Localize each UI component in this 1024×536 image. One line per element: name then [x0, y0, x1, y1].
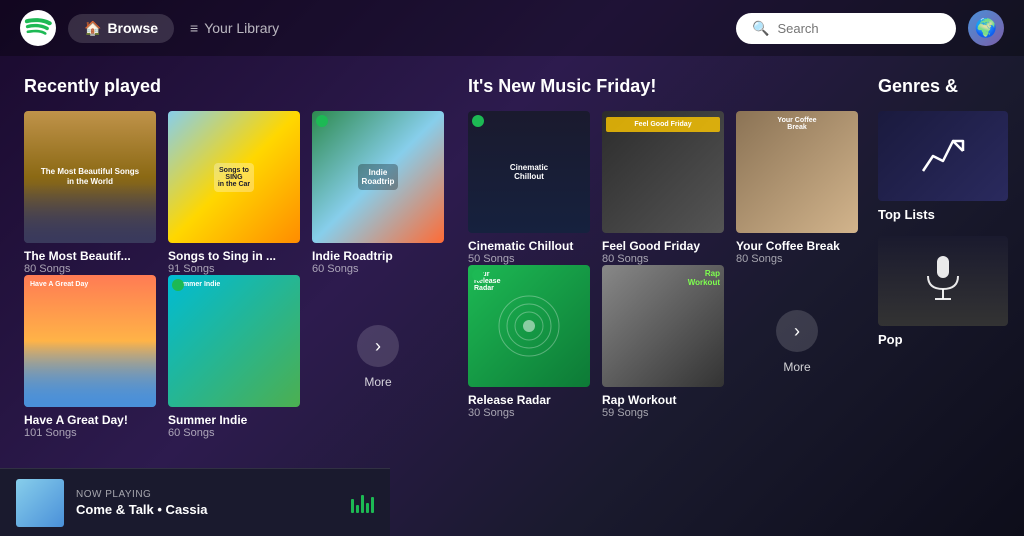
recently-played-row1: The Most Beautiful Songsin the World The…: [24, 111, 444, 275]
now-playing-visualizer: [351, 493, 374, 513]
card-indie-roadtrip[interactable]: IndieRoadtrip Indie Roadtrip 60 Songs: [312, 111, 444, 275]
new-music-row2: YourReleaseRadar Release Radar 30 Songs …: [468, 265, 858, 419]
card-rap-workout[interactable]: RapWorkout Rap Workout 59 Songs: [602, 265, 724, 419]
spotify-indicator-3: [472, 115, 484, 127]
library-button[interactable]: ≡ Your Library: [174, 14, 295, 42]
card-title-songs-sing: Songs to Sing in ...: [168, 249, 300, 263]
nav-right: 🔍 🌍: [736, 10, 1004, 46]
card-great-day[interactable]: Have A Great Day Have A Great Day! 101 S…: [24, 275, 156, 439]
genre-title-top-lists: Top Lists: [878, 207, 1008, 222]
recently-played-section: Recently played The Most Beautiful Songs…: [24, 76, 444, 448]
card-subtitle-summer-indie: 60 Songs: [168, 427, 300, 439]
card-subtitle-songs-sing: 91 Songs: [168, 263, 300, 275]
more-circle-icon: ›: [357, 325, 399, 367]
card-img-feel-good: Feel Good Friday: [602, 111, 724, 233]
spotify-indicator-2: [172, 279, 184, 291]
navbar: 🏠 Browse ≡ Your Library 🔍 🌍: [0, 0, 1024, 56]
home-icon: 🏠: [84, 20, 101, 37]
card-songs-sing[interactable]: Songs toSINGin the Car Songs to Sing in …: [168, 111, 300, 275]
card-cinematic[interactable]: CinematicChillout Cinematic Chillout 50 …: [468, 111, 590, 265]
browse-button[interactable]: 🏠 Browse: [68, 14, 174, 43]
avatar[interactable]: 🌍: [968, 10, 1004, 46]
eq-bar-4: [366, 503, 369, 513]
now-playing-label: NOW PLAYING: [76, 489, 339, 500]
card-title-indie-roadtrip: Indie Roadtrip: [312, 249, 444, 263]
recently-played-title: Recently played: [24, 76, 444, 97]
card-img-cinematic: CinematicChillout: [468, 111, 590, 233]
more-circle-icon-2: ›: [776, 310, 818, 352]
new-music-row1: CinematicChillout Cinematic Chillout 50 …: [468, 111, 858, 265]
recently-played-row2: Have A Great Day Have A Great Day! 101 S…: [24, 275, 444, 439]
card-top-lists[interactable]: Top Lists: [878, 111, 1008, 222]
card-subtitle-indie-roadtrip: 60 Songs: [312, 263, 444, 275]
spotify-indicator: [316, 115, 328, 127]
card-img-indie-roadtrip: IndieRoadtrip: [312, 111, 444, 243]
card-title-cinematic: Cinematic Chillout: [468, 239, 590, 253]
eq-bar-3: [361, 495, 364, 513]
eq-bar-2: [356, 505, 359, 513]
card-summer-indie[interactable]: Summer Indie Summer Indie 60 Songs: [168, 275, 300, 439]
search-input[interactable]: [777, 21, 940, 36]
library-label: Your Library: [204, 20, 279, 36]
now-playing-thumbnail: [16, 479, 64, 527]
card-img-coffee-break: Your CoffeeBreak: [736, 111, 858, 233]
genres-title: Genres &: [878, 76, 1024, 97]
genre-title-pop: Pop: [878, 332, 1008, 347]
new-music-section: It's New Music Friday! CinematicChillout…: [468, 76, 858, 448]
card-subtitle-rap-workout: 59 Songs: [602, 407, 724, 419]
spotify-indicator-4: [472, 269, 484, 281]
card-release-radar[interactable]: YourReleaseRadar Release Radar 30 Songs: [468, 265, 590, 419]
card-pop[interactable]: Pop: [878, 236, 1008, 347]
card-beautiful-songs[interactable]: The Most Beautiful Songsin the World The…: [24, 111, 156, 275]
card-subtitle-beautiful-songs: 80 Songs: [24, 263, 156, 275]
card-subtitle-feel-good: 80 Songs: [602, 253, 724, 265]
spotify-logo[interactable]: [20, 10, 56, 46]
more-label: More: [364, 375, 391, 389]
new-music-more-button[interactable]: › More: [736, 265, 858, 419]
card-subtitle-release-radar: 30 Songs: [468, 407, 590, 419]
card-img-beautiful-songs: The Most Beautiful Songsin the World: [24, 111, 156, 243]
card-img-songs-sing: Songs toSINGin the Car: [168, 111, 300, 243]
recently-played-more-button[interactable]: › More: [312, 275, 444, 439]
card-title-summer-indie: Summer Indie: [168, 413, 300, 427]
new-music-title: It's New Music Friday!: [468, 76, 858, 97]
card-title-release-radar: Release Radar: [468, 393, 590, 407]
card-title-beautiful-songs: The Most Beautif...: [24, 249, 156, 263]
card-title-coffee-break: Your Coffee Break: [736, 239, 858, 253]
browse-label: Browse: [107, 20, 158, 36]
card-img-top-lists: [878, 111, 1008, 201]
card-img-great-day: Have A Great Day: [24, 275, 156, 407]
card-title-great-day: Have A Great Day!: [24, 413, 156, 427]
now-playing-bar: NOW PLAYING Come & Talk • Cassia: [0, 468, 390, 536]
card-coffee-break[interactable]: Your CoffeeBreak Your Coffee Break 80 So…: [736, 111, 858, 265]
eq-bar-5: [371, 497, 374, 513]
card-subtitle-cinematic: 50 Songs: [468, 253, 590, 265]
card-title-rap-workout: Rap Workout: [602, 393, 724, 407]
card-subtitle-great-day: 101 Songs: [24, 427, 156, 439]
now-playing-title: Come & Talk • Cassia: [76, 502, 339, 517]
card-feel-good[interactable]: Feel Good Friday Feel Good Friday 80 Son…: [602, 111, 724, 265]
card-title-feel-good: Feel Good Friday: [602, 239, 724, 253]
now-playing-info: NOW PLAYING Come & Talk • Cassia: [76, 489, 339, 517]
search-icon: 🔍: [752, 20, 769, 37]
library-icon: ≡: [190, 20, 198, 36]
card-subtitle-coffee-break: 80 Songs: [736, 253, 858, 265]
search-bar[interactable]: 🔍: [736, 13, 956, 44]
card-img-release-radar: YourReleaseRadar: [468, 265, 590, 387]
eq-bar-1: [351, 499, 354, 513]
card-img-rap-workout: RapWorkout: [602, 265, 724, 387]
more-label-2: More: [783, 360, 810, 374]
genres-section: Genres & Top Lists Pop: [878, 76, 1024, 448]
card-img-summer-indie: Summer Indie: [168, 275, 300, 407]
main-content: Recently played The Most Beautiful Songs…: [0, 56, 1024, 468]
card-img-pop: [878, 236, 1008, 326]
